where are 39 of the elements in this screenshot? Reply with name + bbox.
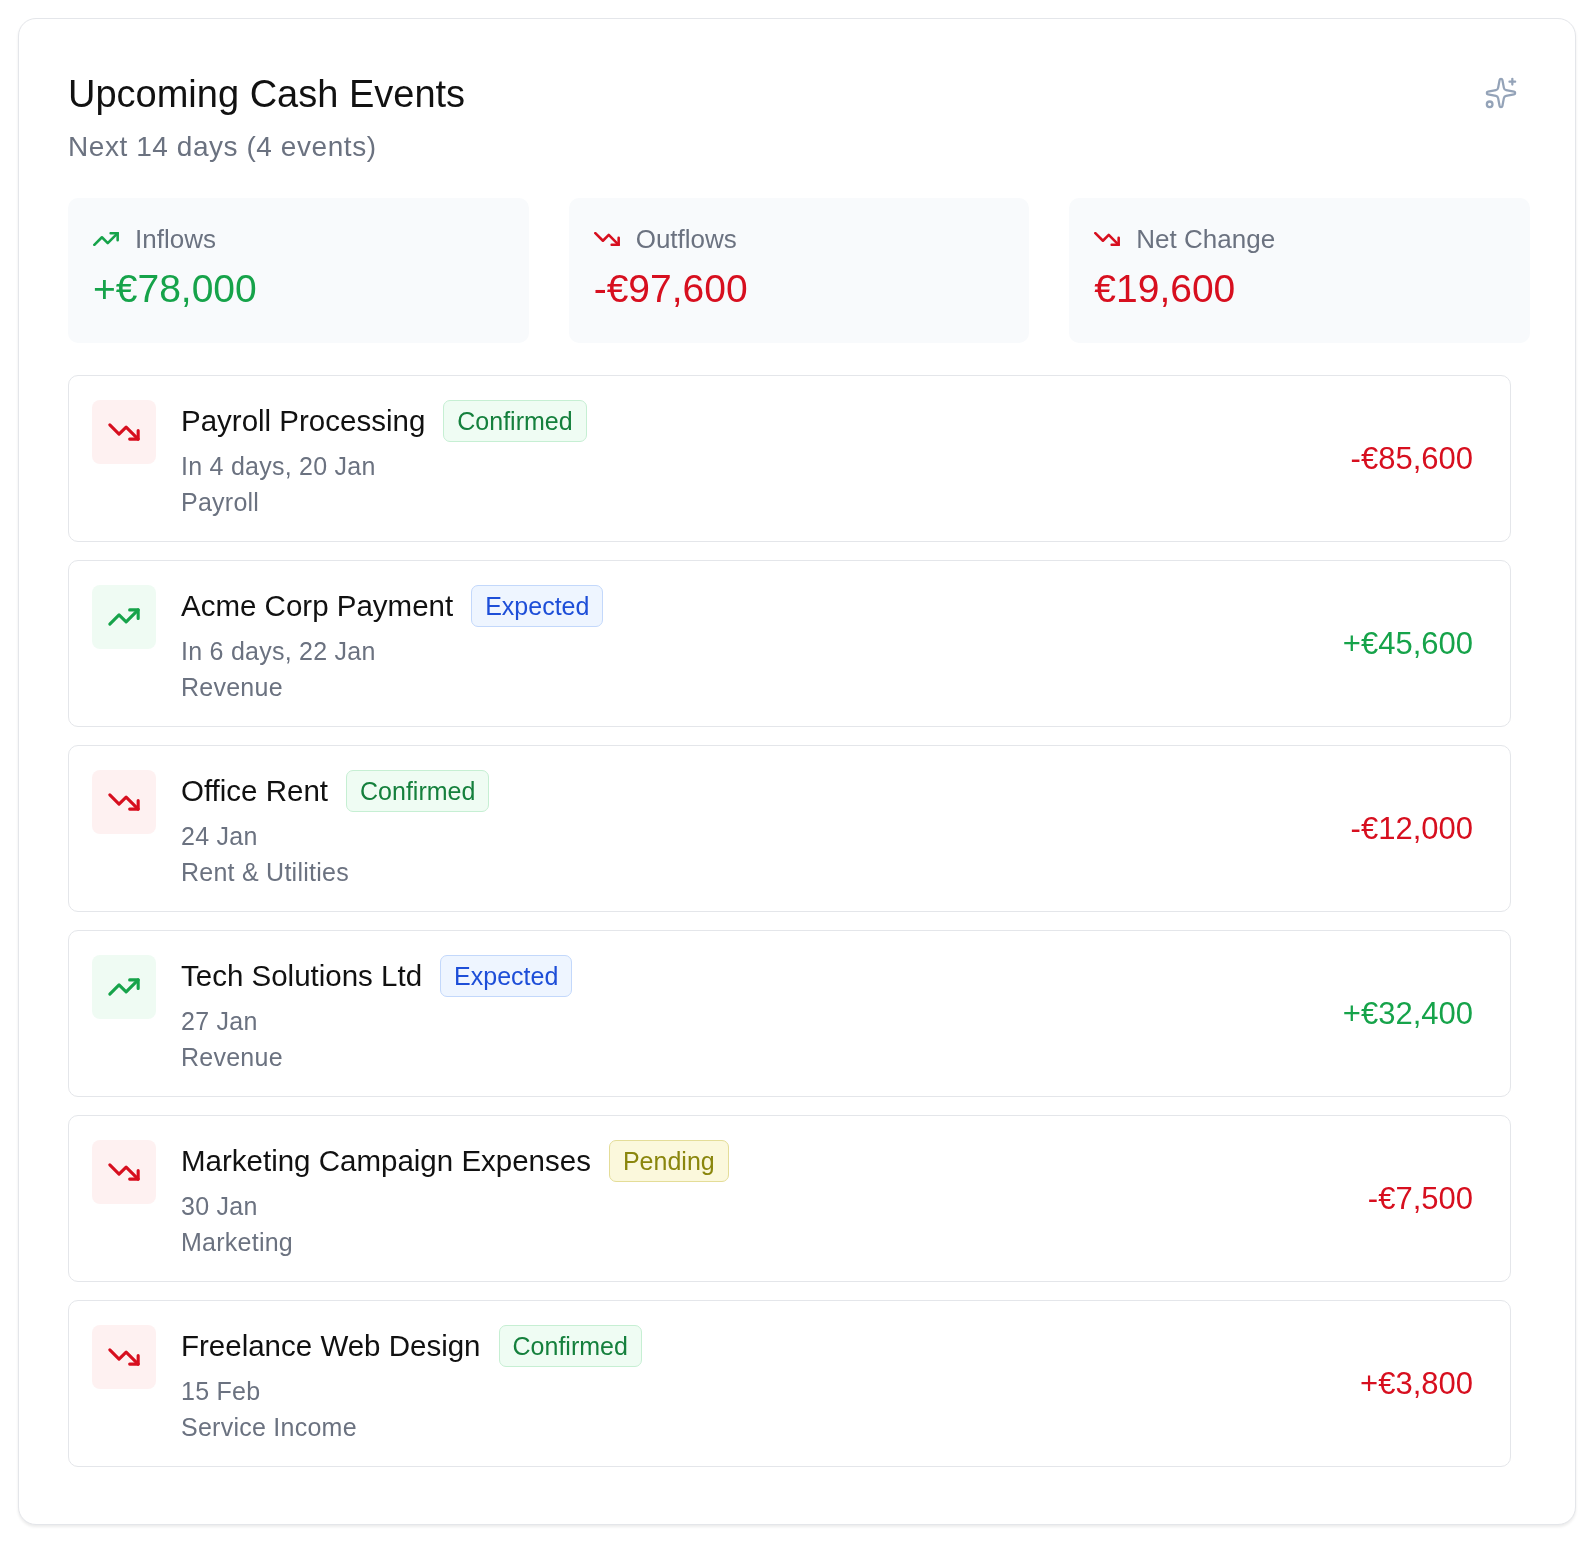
event-date: 24 Jan xyxy=(181,821,259,852)
summary-value: +€78,000 xyxy=(93,266,258,312)
summary-label: Outflows xyxy=(635,223,737,255)
event-date: In 6 days, 22 Jan xyxy=(181,636,377,667)
summary-label: Net Change xyxy=(1136,223,1276,255)
summary-value: €19,600 xyxy=(1094,266,1237,312)
card-title: Upcoming Cash Events xyxy=(68,72,466,116)
event-category: Service Income xyxy=(181,1412,358,1443)
event-category: Rent & Utilities xyxy=(181,857,350,888)
event-amount: +€32,400 xyxy=(1342,994,1473,1033)
status-badge: Expected xyxy=(471,585,604,627)
status-badge: Expected xyxy=(440,955,573,997)
event-title: Acme Corp Payment xyxy=(181,588,454,624)
event-date: 15 Feb xyxy=(181,1376,262,1407)
event-category: Revenue xyxy=(181,672,284,703)
event-date: 30 Jan xyxy=(181,1191,259,1222)
event-amount: +€45,600 xyxy=(1342,624,1473,663)
event-title: Marketing Campaign Expenses xyxy=(181,1143,591,1179)
event-amount: -€7,500 xyxy=(1367,1179,1473,1218)
event-date: In 4 days, 20 Jan xyxy=(181,451,377,482)
event-title: Freelance Web Design xyxy=(181,1328,481,1364)
event-title: Payroll Processing xyxy=(181,403,426,439)
event-amount: +€3,800 xyxy=(1360,1364,1473,1403)
event-date: 27 Jan xyxy=(181,1006,259,1037)
event-title: Tech Solutions Ltd xyxy=(181,958,423,994)
event-amount: -€85,600 xyxy=(1350,439,1473,478)
status-badge: Confirmed xyxy=(498,1325,642,1367)
summary-label: Inflows xyxy=(135,223,216,255)
sparkles-icon xyxy=(1484,76,1518,110)
status-badge: Confirmed xyxy=(346,770,490,812)
summary-value: -€97,600 xyxy=(593,266,749,312)
status-badge: Confirmed xyxy=(443,400,587,442)
status-badge: Pending xyxy=(608,1140,729,1182)
event-category: Marketing xyxy=(181,1227,294,1258)
event-category: Revenue xyxy=(181,1042,284,1073)
event-title: Office Rent xyxy=(181,773,329,809)
event-category: Payroll xyxy=(181,487,261,518)
event-amount: -€12,000 xyxy=(1350,809,1473,848)
card-subtitle: Next 14 days (4 events) xyxy=(68,130,378,164)
